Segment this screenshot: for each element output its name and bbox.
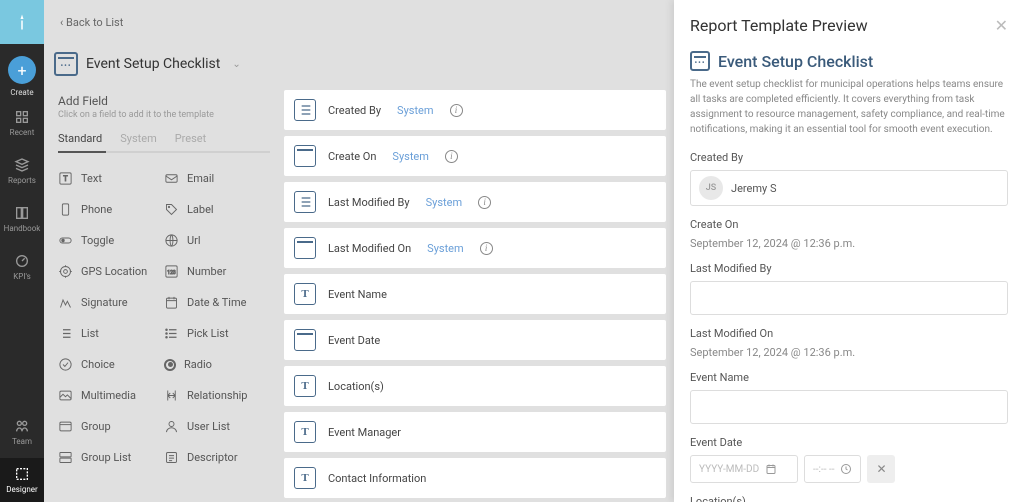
preview-panel: Report Template Preview ✕ ••• Event Setu… [674, 0, 1024, 502]
template-row[interactable]: Created BySystemi [284, 90, 666, 130]
last-modified-by-label: Last Modified By [690, 262, 1008, 275]
last-modified-by-value [690, 281, 1008, 315]
created-by-value: JS Jeremy S [690, 170, 1008, 206]
tab-system[interactable]: System [120, 132, 157, 145]
template-title: Event Setup Checklist [86, 56, 220, 72]
calendar-icon: ••• [690, 51, 710, 71]
chevron-down-icon[interactable]: ⌄ [232, 59, 240, 70]
preview-description: The event setup checklist for municipal … [690, 77, 1008, 137]
field-signature[interactable]: Signature [58, 287, 164, 318]
template-row[interactable]: Create OnSystemi [284, 136, 666, 176]
preview-template-name: Event Setup Checklist [718, 52, 873, 71]
template-row[interactable]: TLocation(s) [284, 366, 666, 406]
last-modified-on-value: September 12, 2024 @ 12:36 p.m. [690, 346, 1008, 359]
last-modified-on-label: Last Modified On [690, 327, 1008, 340]
svg-text:123: 123 [167, 270, 176, 276]
app-logo [0, 0, 44, 44]
event-name-input[interactable] [690, 390, 1008, 424]
add-field-title: Add Field [58, 94, 270, 108]
clock-icon [840, 463, 852, 475]
locations-label: Location(s) [690, 495, 1008, 502]
svg-text:T: T [63, 174, 68, 183]
field-group-list[interactable]: Group List [58, 442, 164, 473]
field-url[interactable]: Url [164, 225, 270, 256]
create-button[interactable]: + [8, 56, 36, 84]
field-radio[interactable]: Radio [164, 349, 270, 380]
create-on-label: Create On [690, 218, 1008, 231]
field-email[interactable]: Email [164, 163, 270, 194]
field-text[interactable]: TText [58, 163, 164, 194]
rail-team[interactable]: Team [0, 410, 44, 454]
event-name-label: Event Name [690, 371, 1008, 384]
tab-preset[interactable]: Preset [175, 132, 207, 145]
time-input[interactable]: --:-- -- [804, 455, 861, 483]
field-descriptor[interactable]: Descriptor [164, 442, 270, 473]
field-user-list[interactable]: User List [164, 411, 270, 442]
rail-designer[interactable]: Designer [0, 458, 44, 502]
field-phone[interactable]: Phone [58, 194, 164, 225]
main-area: ‹ Back to List ••• Event Setup Checklist… [44, 0, 674, 502]
field-palette: Add Field Click on a field to add it to … [44, 84, 284, 502]
date-input[interactable]: YYYY-MM-DD [690, 455, 798, 483]
avatar: JS [699, 176, 723, 200]
field-label[interactable]: Label [164, 194, 270, 225]
template-row[interactable]: TContact Information [284, 458, 666, 498]
calendar-icon [765, 463, 777, 475]
rail-recent[interactable]: Recent [0, 101, 44, 145]
create-label: Create [10, 88, 33, 97]
event-date-label: Event Date [690, 436, 1008, 449]
field-toggle[interactable]: Toggle [58, 225, 164, 256]
close-icon[interactable]: ✕ [995, 16, 1008, 35]
create-on-value: September 12, 2024 @ 12:36 p.m. [690, 237, 1008, 250]
field-pick-list[interactable]: Pick List [164, 318, 270, 349]
tab-standard[interactable]: Standard [58, 132, 102, 145]
field-group[interactable]: Group [58, 411, 164, 442]
created-by-label: Created By [690, 151, 1008, 164]
template-row[interactable]: Last Modified BySystemi [284, 182, 666, 222]
back-link[interactable]: ‹ Back to List [60, 16, 123, 29]
template-icon: ••• [54, 52, 78, 76]
field-list[interactable]: List [58, 318, 164, 349]
field-date-time[interactable]: Date & Time [164, 287, 270, 318]
clear-date-button[interactable]: ✕ [867, 455, 895, 483]
rail-reports[interactable]: Reports [0, 149, 44, 193]
field-multimedia[interactable]: Multimedia [58, 380, 164, 411]
template-row[interactable]: Event Date [284, 320, 666, 360]
template-row[interactable]: TEvent Manager [284, 412, 666, 452]
field-relationship[interactable]: Relationship [164, 380, 270, 411]
rail-handbook[interactable]: Handbook [0, 197, 44, 241]
template-row[interactable]: TEvent Name [284, 274, 666, 314]
field-gps-location[interactable]: GPS Location [58, 256, 164, 287]
field-choice[interactable]: Choice [58, 349, 164, 380]
template-rows: Created BySystemi Create OnSystemi Last Mo… [284, 84, 674, 502]
field-number[interactable]: 123Number [164, 256, 270, 287]
panel-title: Report Template Preview [690, 16, 868, 35]
add-field-sub: Click on a field to add it to the templa… [58, 110, 270, 120]
template-row[interactable]: Last Modified OnSystemi [284, 228, 666, 268]
rail-kpis[interactable]: KPI's [0, 245, 44, 289]
nav-rail: + Create Recent Reports Handbook KPI's T… [0, 0, 44, 502]
